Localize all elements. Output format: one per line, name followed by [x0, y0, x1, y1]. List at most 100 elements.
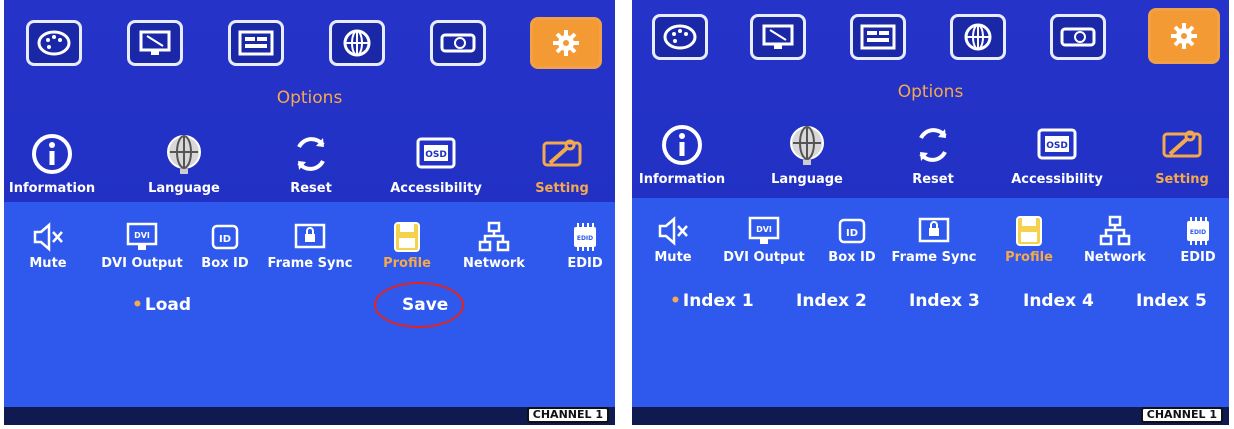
setting-label: Profile — [1005, 250, 1053, 265]
setting-edid[interactable]: EDID EDID — [551, 220, 615, 271]
reset-icon — [297, 137, 325, 171]
setting-frame-sync[interactable]: Frame Sync — [262, 220, 358, 271]
svg-text:OSD: OSD — [1046, 141, 1068, 151]
frame-sync-icon — [918, 217, 950, 243]
svg-text:ID: ID — [846, 228, 858, 239]
osd-screen-right: Options Information Language Reset OSD A… — [632, 0, 1229, 425]
edid-chip-icon: EDID — [1187, 217, 1209, 245]
menu-title: Options — [276, 88, 343, 108]
status-bar: CHANNEL 1 — [4, 407, 615, 425]
options-submenu: Information Language Reset OSD Accessibi… — [632, 124, 1229, 204]
setting-label: Box ID — [201, 256, 249, 271]
submenu-label: Information — [638, 172, 726, 187]
setting-label: Mute — [654, 250, 692, 265]
network-icon — [478, 221, 510, 252]
palette-icon[interactable] — [652, 14, 708, 60]
channel-badge: CHANNEL 1 — [1140, 407, 1223, 423]
setting-label: Box ID — [828, 250, 876, 265]
submenu-information[interactable]: Information — [632, 124, 737, 187]
submenu-language[interactable]: Language — [752, 124, 862, 187]
profile-index-2[interactable]: Index 2 — [796, 291, 867, 311]
setting-label: DVI Output — [101, 256, 183, 271]
submenu-label: Accessibility — [390, 181, 482, 196]
frame-sync-icon — [294, 223, 326, 249]
submenu-reset[interactable]: Reset — [878, 124, 988, 187]
setting-edid[interactable]: EDID EDID — [1168, 214, 1228, 265]
profile-index-3[interactable]: Index 3 — [909, 291, 980, 311]
svg-text:DVI: DVI — [756, 225, 772, 234]
id-icon: ID — [211, 224, 239, 250]
edid-chip-icon: EDID — [574, 223, 596, 251]
submenu-setting[interactable]: Setting — [507, 133, 615, 196]
channel-badge: CHANNEL 1 — [526, 407, 609, 423]
floppy-disk-icon — [394, 222, 420, 252]
monitor-tools-icon[interactable] — [127, 20, 183, 66]
sliders-icon[interactable] — [850, 14, 906, 60]
mute-icon — [33, 222, 63, 252]
dvi-icon: DVI — [748, 216, 780, 244]
osd-icon: OSD — [1037, 128, 1077, 160]
profile-index-1[interactable]: Index 1 — [670, 291, 754, 311]
globe-icon — [167, 135, 201, 174]
setting-label: EDID — [1180, 250, 1216, 265]
submenu-label: Setting — [1155, 172, 1209, 187]
gear-icon[interactable] — [1148, 8, 1220, 64]
setting-tools-icon — [1162, 130, 1202, 158]
setting-network[interactable]: Network — [454, 220, 534, 271]
submenu-accessibility[interactable]: OSD Accessibility — [1002, 124, 1112, 187]
status-bar: CHANNEL 1 — [632, 407, 1229, 425]
setting-dvi-output[interactable]: DVI DVI Output — [714, 214, 814, 265]
svg-text:EDID: EDID — [577, 235, 593, 242]
dvi-icon: DVI — [126, 222, 158, 250]
submenu-accessibility[interactable]: OSD Accessibility — [381, 133, 491, 196]
setting-label: EDID — [567, 256, 603, 271]
setting-mute[interactable]: Mute — [632, 214, 714, 265]
setting-frame-sync[interactable]: Frame Sync — [886, 214, 982, 265]
osd-screen-left: Options Information Language Reset OSD A… — [4, 0, 615, 425]
svg-text:DVI: DVI — [134, 231, 150, 240]
submenu-label: Accessibility — [1011, 172, 1103, 187]
submenu-information[interactable]: Information — [4, 133, 107, 196]
info-icon — [32, 134, 72, 174]
globe-icon[interactable] — [950, 14, 1006, 60]
setting-label: Mute — [29, 256, 67, 271]
gear-icon[interactable] — [530, 17, 602, 69]
submenu-language[interactable]: Language — [129, 133, 239, 196]
profile-index-5[interactable]: Index 5 — [1136, 291, 1207, 311]
profile-option-load[interactable]: Load — [132, 295, 191, 315]
profile-index-4[interactable]: Index 4 — [1023, 291, 1094, 311]
info-icon — [662, 125, 702, 165]
setting-dvi-output[interactable]: DVI DVI Output — [92, 220, 192, 271]
id-icon: ID — [838, 218, 866, 244]
submenu-label: Reset — [912, 172, 954, 187]
options-submenu: Information Language Reset OSD Accessibi… — [4, 133, 615, 213]
projector-icon[interactable] — [1050, 14, 1106, 60]
submenu-label: Reset — [290, 181, 332, 196]
submenu-reset[interactable]: Reset — [256, 133, 366, 196]
osd-icon: OSD — [416, 137, 456, 169]
reset-icon — [919, 128, 947, 162]
setting-tools-icon — [542, 139, 582, 167]
submenu-setting[interactable]: Setting — [1127, 124, 1229, 187]
submenu-label: Language — [148, 181, 220, 196]
setting-profile[interactable]: Profile — [988, 214, 1070, 265]
submenu-label: Setting — [535, 181, 589, 196]
setting-profile[interactable]: Profile — [366, 220, 448, 271]
globe-icon[interactable] — [329, 20, 385, 66]
setting-box-id[interactable]: ID Box ID — [820, 214, 884, 265]
setting-box-id[interactable]: ID Box ID — [193, 220, 257, 271]
sliders-icon[interactable] — [228, 20, 284, 66]
palette-icon[interactable] — [26, 20, 82, 66]
monitor-tools-icon[interactable] — [750, 14, 806, 60]
projector-icon[interactable] — [430, 20, 486, 66]
submenu-label: Information — [8, 181, 96, 196]
floppy-disk-icon — [1016, 216, 1042, 246]
top-menu-row — [4, 17, 615, 80]
svg-text:ID: ID — [219, 234, 231, 245]
setting-mute[interactable]: Mute — [7, 220, 89, 271]
setting-label: Network — [1084, 250, 1146, 265]
setting-network[interactable]: Network — [1075, 214, 1155, 265]
svg-text:EDID: EDID — [1190, 229, 1206, 236]
highlight-circle — [374, 282, 464, 328]
setting-label: Profile — [383, 256, 431, 271]
